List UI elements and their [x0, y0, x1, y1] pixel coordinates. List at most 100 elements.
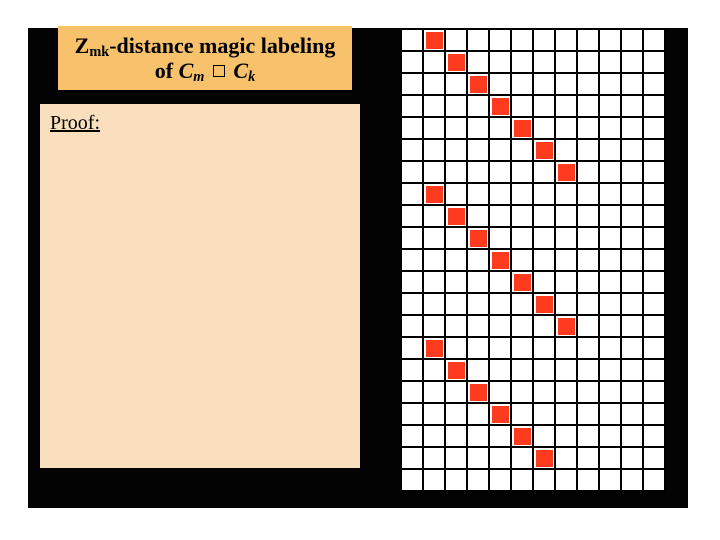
grid-cell [577, 425, 599, 447]
grid-cell [555, 249, 577, 271]
grid-cell [577, 403, 599, 425]
grid-cell [423, 469, 445, 491]
lit-cell [514, 120, 531, 137]
lit-cell [426, 186, 443, 203]
title-box: Zmk-distance magic labeling of Cm Ck [58, 26, 352, 90]
grid-cell [577, 315, 599, 337]
grid-cell [467, 29, 489, 51]
title-of: of [155, 58, 179, 83]
grid-cell [401, 315, 423, 337]
lit-cell [536, 142, 553, 159]
grid-cell [445, 381, 467, 403]
grid-cell [621, 403, 643, 425]
grid-cell [511, 51, 533, 73]
grid-cell [401, 183, 423, 205]
grid-cell [489, 337, 511, 359]
grid-cell [643, 227, 665, 249]
title-rest: -distance magic labeling [109, 33, 335, 58]
grid-cell [621, 139, 643, 161]
grid-cell [599, 447, 621, 469]
grid-cell [643, 359, 665, 381]
grid-cell [643, 95, 665, 117]
lit-cell [514, 428, 531, 445]
grid-cell [511, 73, 533, 95]
grid-cell [489, 139, 511, 161]
grid-cell [599, 293, 621, 315]
grid-cell [599, 139, 621, 161]
grid-cell [621, 315, 643, 337]
grid-cell [467, 337, 489, 359]
grid-cell [489, 425, 511, 447]
grid-cell [621, 425, 643, 447]
grid-cell [423, 95, 445, 117]
grid-cell [489, 381, 511, 403]
grid-cell [599, 227, 621, 249]
grid-cell [621, 205, 643, 227]
grid-cell [643, 381, 665, 403]
grid-cell [423, 447, 445, 469]
grid-cell [467, 183, 489, 205]
grid-cell [599, 359, 621, 381]
title-line-2: of Cm Ck [155, 58, 255, 83]
grid-cell [621, 227, 643, 249]
grid-cell [511, 95, 533, 117]
title-Cm-sub: m [193, 69, 204, 85]
grid-cell [533, 403, 555, 425]
grid-cell [401, 425, 423, 447]
grid-cell [599, 205, 621, 227]
grid-cell [555, 469, 577, 491]
grid-cell [599, 117, 621, 139]
grid-cell [599, 315, 621, 337]
lit-cell [448, 208, 465, 225]
grid-cell [533, 249, 555, 271]
grid-cell [533, 337, 555, 359]
grid-cell [643, 205, 665, 227]
lit-cell [448, 362, 465, 379]
grid-cell [423, 425, 445, 447]
grid-cell [445, 447, 467, 469]
grid-cell [621, 73, 643, 95]
grid-cell [533, 359, 555, 381]
grid-cell [533, 95, 555, 117]
grid-cell [401, 469, 423, 491]
lit-cell [536, 296, 553, 313]
grid-cell [445, 29, 467, 51]
lit-cell [558, 164, 575, 181]
grid-cell [599, 29, 621, 51]
grid-cell [643, 73, 665, 95]
grid-cell [577, 117, 599, 139]
grid-cell [423, 271, 445, 293]
grid-cell [445, 183, 467, 205]
grid-cell [643, 183, 665, 205]
grid-cell [423, 293, 445, 315]
grid-cell [621, 95, 643, 117]
grid-cell [401, 447, 423, 469]
grid-cell [401, 95, 423, 117]
grid-cell [467, 447, 489, 469]
grid-cell [577, 95, 599, 117]
grid-cell [401, 117, 423, 139]
lit-cell [492, 406, 509, 423]
grid-cell [467, 469, 489, 491]
grid-cell [555, 359, 577, 381]
grid-cell [401, 271, 423, 293]
lit-cell [448, 54, 465, 71]
grid-cell [511, 403, 533, 425]
grid-cell [577, 205, 599, 227]
grid-cell [401, 359, 423, 381]
grid-cell [533, 271, 555, 293]
grid-cell [511, 315, 533, 337]
grid-cell [401, 73, 423, 95]
grid-cell [533, 117, 555, 139]
grid-cell [511, 227, 533, 249]
grid-cell [401, 337, 423, 359]
grid-cell [621, 381, 643, 403]
grid-cell [555, 51, 577, 73]
grid-cell [555, 425, 577, 447]
lit-cell [470, 230, 487, 247]
grid-cell [489, 73, 511, 95]
grid-cell [445, 73, 467, 95]
grid-cell [577, 29, 599, 51]
grid-cell [445, 293, 467, 315]
grid-cell [555, 183, 577, 205]
